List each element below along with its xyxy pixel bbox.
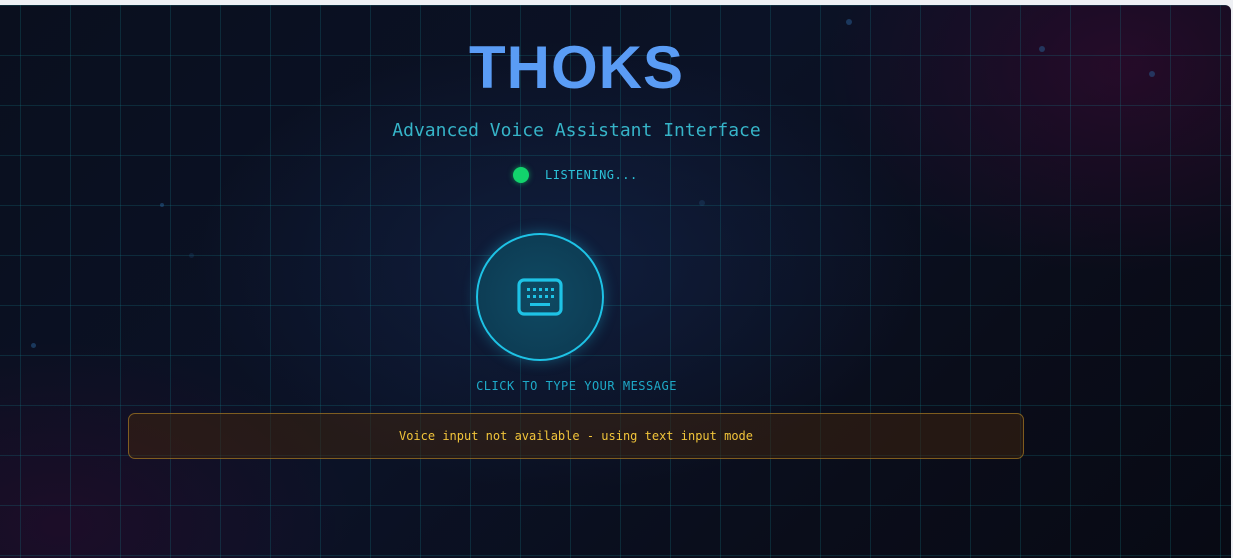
app-window: THOKS Advanced Voice Assistant Interface… [0,5,1231,558]
background-particle [699,200,705,206]
background-particle [31,343,36,348]
background-particle [160,203,164,207]
type-message-button[interactable] [476,233,604,361]
background-particle [846,19,852,25]
app-title: THOKS [469,34,684,101]
warning-notice-text: Voice input not available - using text i… [398,429,753,443]
status-label: LISTENING... [545,168,638,182]
background-particle [189,253,194,258]
status-dot-icon [513,167,529,183]
app-subtitle: Advanced Voice Assistant Interface [392,120,761,141]
type-message-hint: CLICK TO TYPE YOUR MESSAGE [476,379,677,393]
status-indicator: LISTENING... [513,166,638,184]
warning-notice: Voice input not available - using text i… [128,413,1024,459]
keyboard-icon [517,278,563,316]
